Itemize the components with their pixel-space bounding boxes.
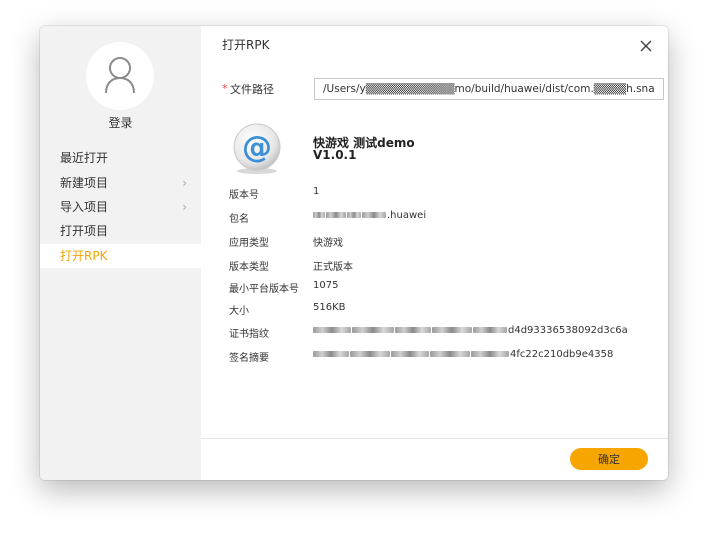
info-label: 版本类型 <box>229 262 269 273</box>
required-mark: * <box>222 82 228 95</box>
info-label: 包名 <box>229 214 249 225</box>
info-value-package: .huawei <box>313 210 426 221</box>
info-label: 签名摘要 <box>229 353 269 364</box>
sidebar-item-import-project[interactable]: 导入项目 › <box>40 195 201 219</box>
redacted-block <box>395 327 431 333</box>
info-value-min-platform: 1075 <box>313 280 339 291</box>
sidebar-item-label: 新建项目 <box>60 176 109 190</box>
redacted-block <box>471 351 509 357</box>
info-value-version-type: 正式版本 <box>313 262 353 273</box>
redacted-block <box>313 351 349 357</box>
redacted-block <box>347 212 361 218</box>
info-label: 应用类型 <box>229 238 269 249</box>
redacted-block <box>313 212 325 218</box>
redacted-block <box>391 351 429 357</box>
login-label[interactable]: 登录 <box>40 114 201 131</box>
ok-button[interactable]: 确定 <box>570 448 648 470</box>
info-value-version-code: 1 <box>313 186 320 197</box>
close-icon[interactable] <box>638 38 654 54</box>
at-sign-icon: @ <box>233 123 281 174</box>
app-version: V1.0.1 <box>313 148 357 162</box>
redacted-block <box>313 327 351 333</box>
sidebar-item-label: 打开RPK <box>60 249 108 263</box>
dialog-title: 打开RPK <box>222 38 270 52</box>
info-value-text: d4d93336538092d3c6a <box>508 325 628 336</box>
file-path-input[interactable] <box>314 78 664 100</box>
info-value-cert-fingerprint: d4d93336538092d3c6a <box>313 325 628 336</box>
svg-text:@: @ <box>242 130 272 165</box>
redacted-block <box>362 212 386 218</box>
sidebar-item-open-project[interactable]: 打开项目 <box>40 219 201 243</box>
file-path-label: 文件路径 <box>230 83 274 96</box>
info-label: 证书指纹 <box>229 329 269 340</box>
redacted-block <box>432 327 472 333</box>
redacted-block <box>430 351 470 357</box>
sidebar-item-new-project[interactable]: 新建项目 › <box>40 171 201 195</box>
info-label: 版本号 <box>229 190 259 201</box>
redacted-block <box>473 327 507 333</box>
chevron-right-icon: › <box>182 176 187 190</box>
redacted-block <box>350 351 390 357</box>
avatar[interactable] <box>86 42 154 110</box>
info-label: 最小平台版本号 <box>229 284 299 295</box>
info-value-text: .huawei <box>387 210 427 221</box>
main-panel: 打开RPK * 文件路径 @ 快游戏 测试demo V1.0.1 版本 <box>201 26 668 480</box>
footer-divider <box>201 438 668 439</box>
open-rpk-dialog: 登录 最近打开 新建项目 › 导入项目 › 打开项目 打开RPK 打开RPK *… <box>40 26 668 480</box>
info-value-size: 516KB <box>313 302 346 313</box>
sidebar-item-label: 最近打开 <box>60 151 109 165</box>
sidebar: 登录 最近打开 新建项目 › 导入项目 › 打开项目 打开RPK <box>40 26 201 480</box>
user-icon <box>105 57 135 94</box>
info-value-text: 4fc22c210db9e4358 <box>510 349 614 360</box>
info-label: 大小 <box>229 306 249 317</box>
sidebar-item-label: 导入项目 <box>60 200 109 214</box>
redacted-block <box>326 212 346 218</box>
info-value-signature-digest: 4fc22c210db9e4358 <box>313 349 613 360</box>
redacted-block <box>352 327 394 333</box>
sidebar-item-label: 打开项目 <box>60 224 109 238</box>
chevron-right-icon: › <box>182 200 187 214</box>
sidebar-item-open-rpk[interactable]: 打开RPK <box>40 244 201 268</box>
info-value-app-type: 快游戏 <box>313 238 343 249</box>
sidebar-item-recent[interactable]: 最近打开 <box>40 146 201 170</box>
